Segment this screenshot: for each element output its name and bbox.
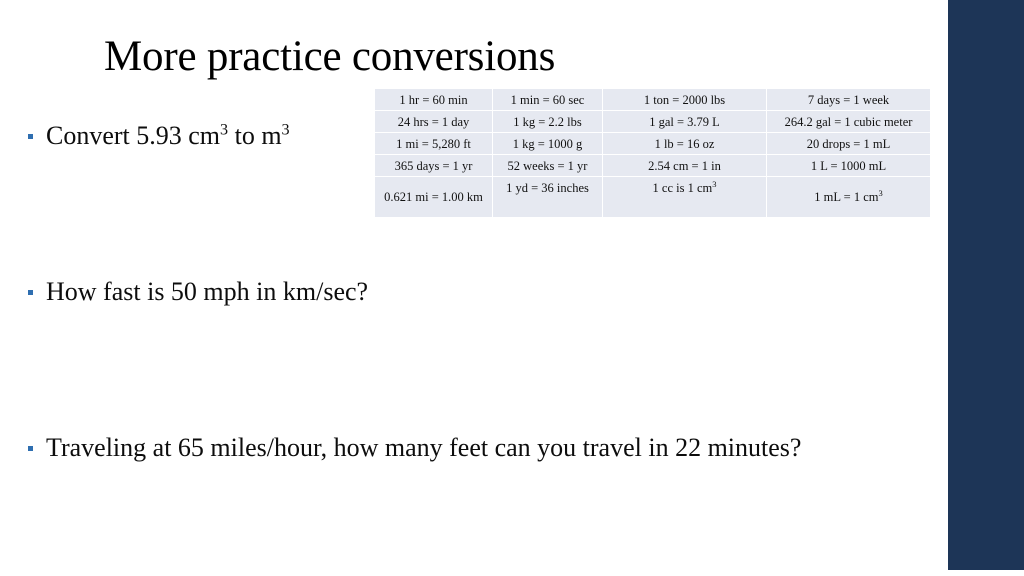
table-cell: 1 hr = 60 min <box>374 88 493 111</box>
bullet-dot-icon <box>28 290 33 295</box>
decorative-accent-bar <box>948 0 1024 570</box>
conversion-reference-table: 1 hr = 60 min 1 min = 60 sec 1 ton = 200… <box>374 88 931 218</box>
table-row: 0.621 mi = 1.00 km 1 yd = 36 inches 1 cc… <box>374 176 931 218</box>
slide-canvas: More practice conversions Convert 5.93 c… <box>0 0 1024 576</box>
bullet-text-3: Traveling at 65 miles/hour, how many fee… <box>46 433 802 462</box>
table-row: 24 hrs = 1 day 1 kg = 2.2 lbs 1 gal = 3.… <box>374 110 931 133</box>
bullet-dot-icon <box>28 446 33 451</box>
table-cell: 264.2 gal = 1 cubic meter <box>766 110 931 133</box>
table-cell: 2.54 cm = 1 in <box>602 154 767 177</box>
slide-title: More practice conversions <box>104 33 556 80</box>
table-cell: 1 yd = 36 inches <box>492 176 603 218</box>
bullet-item-1: Convert 5.93 cm3 to m3 <box>28 120 290 152</box>
table-row: 365 days = 1 yr 52 weeks = 1 yr 2.54 cm … <box>374 154 931 177</box>
bullet-text-2: How fast is 50 mph in km/sec? <box>46 277 369 306</box>
table-cell: 52 weeks = 1 yr <box>492 154 603 177</box>
bullet-text-1: Convert 5.93 cm3 to m3 <box>46 121 290 150</box>
table-cell: 20 drops = 1 mL <box>766 132 931 155</box>
table-cell: 1 mi = 5,280 ft <box>374 132 493 155</box>
bullet-item-3: Traveling at 65 miles/hour, how many fee… <box>28 432 801 464</box>
table-row: 1 mi = 5,280 ft 1 kg = 1000 g 1 lb = 16 … <box>374 132 931 155</box>
table-cell: 1 cc is 1 cm3 <box>602 176 767 218</box>
table-cell: 24 hrs = 1 day <box>374 110 493 133</box>
table-cell: 365 days = 1 yr <box>374 154 493 177</box>
table-cell: 1 ton = 2000 lbs <box>602 88 767 111</box>
table-cell: 1 gal = 3.79 L <box>602 110 767 133</box>
bullet-item-2: How fast is 50 mph in km/sec? <box>28 276 368 308</box>
table-cell: 1 mL = 1 cm3 <box>766 176 931 218</box>
table-cell: 1 L = 1000 mL <box>766 154 931 177</box>
bullet-dot-icon <box>28 134 33 139</box>
table-cell: 1 min = 60 sec <box>492 88 603 111</box>
table-cell: 1 kg = 2.2 lbs <box>492 110 603 133</box>
table-cell: 1 lb = 16 oz <box>602 132 767 155</box>
table-row: 1 hr = 60 min 1 min = 60 sec 1 ton = 200… <box>374 88 931 111</box>
table-cell: 7 days = 1 week <box>766 88 931 111</box>
table-cell: 1 kg = 1000 g <box>492 132 603 155</box>
table-cell: 0.621 mi = 1.00 km <box>374 176 493 218</box>
